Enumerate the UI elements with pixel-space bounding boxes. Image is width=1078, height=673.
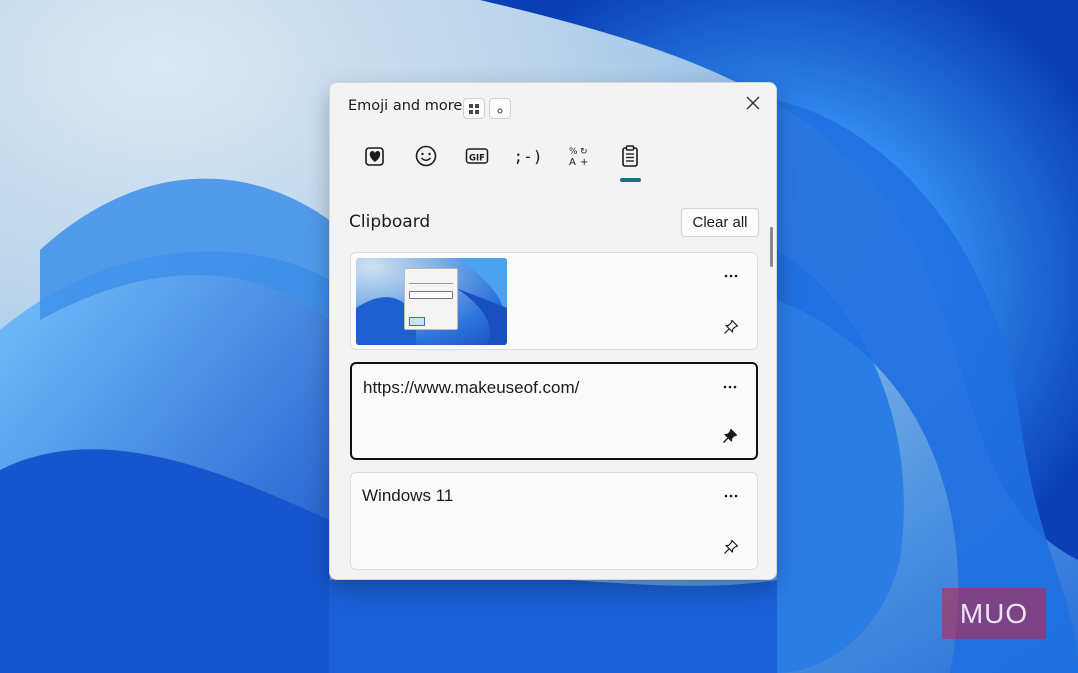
small-circle-icon xyxy=(497,108,503,113)
watermark-text: MUO xyxy=(959,597,1029,629)
pinned-icon xyxy=(723,428,738,443)
heart-note-icon xyxy=(365,147,384,166)
tab-favorites[interactable] xyxy=(354,135,396,177)
muo-watermark-logo: MUO xyxy=(942,588,1046,639)
tab-gif[interactable]: GIF xyxy=(456,135,498,177)
scrollbar-thumb[interactable] xyxy=(770,227,773,267)
pin-button[interactable] xyxy=(721,317,741,337)
more-options-button[interactable] xyxy=(720,378,740,396)
svg-text:%: % xyxy=(569,147,578,157)
pin-button[interactable] xyxy=(721,537,741,557)
category-tabs: GIF ;-) % ↻ A + xyxy=(348,135,768,181)
thumbnail-window xyxy=(404,268,458,330)
pin-icon xyxy=(724,539,739,554)
more-options-button[interactable] xyxy=(721,487,741,505)
grid-view-button[interactable] xyxy=(463,98,485,119)
pin-icon xyxy=(724,319,739,334)
grid-icon xyxy=(469,103,479,114)
gif-icon: GIF xyxy=(465,148,489,164)
close-button[interactable] xyxy=(742,92,764,114)
clipboard-item-text: Windows 11 xyxy=(362,486,454,505)
ellipsis-icon xyxy=(724,274,738,278)
tab-symbols[interactable]: % ↻ A + xyxy=(558,135,600,177)
clipboard-icon xyxy=(622,145,638,167)
ellipsis-icon xyxy=(723,385,737,389)
symbols-icon: % ↻ A + xyxy=(569,147,588,167)
gif-label: GIF xyxy=(469,154,485,164)
emoji-picker-window: Emoji and more GIF ;-) % ↻ A + Clipboard… xyxy=(329,82,777,580)
svg-text:+: + xyxy=(580,157,588,167)
smiley-icon xyxy=(415,145,437,167)
clipboard-item-url[interactable]: https://www.makeuseof.com/ xyxy=(350,362,758,460)
kaomoji-icon: ;-) xyxy=(513,146,543,166)
section-title: Clipboard xyxy=(349,212,431,232)
clipboard-item-text: https://www.makeuseof.com/ xyxy=(363,378,580,397)
tab-emoji[interactable] xyxy=(405,135,447,177)
window-title: Emoji and more xyxy=(348,98,463,114)
selected-tab-indicator xyxy=(620,178,641,182)
ellipsis-icon xyxy=(724,494,738,498)
more-options-button[interactable] xyxy=(721,267,741,285)
tab-clipboard[interactable] xyxy=(609,135,651,177)
svg-text:A: A xyxy=(569,157,576,167)
tab-kaomoji[interactable]: ;-) xyxy=(507,135,549,177)
clipboard-image-thumbnail xyxy=(356,258,507,345)
clear-all-button[interactable]: Clear all xyxy=(681,208,759,237)
input-mode-button[interactable] xyxy=(489,98,511,119)
titlebar: Emoji and more xyxy=(330,83,776,131)
svg-text:↻: ↻ xyxy=(580,147,588,157)
unpin-button[interactable] xyxy=(720,426,740,446)
close-icon xyxy=(746,96,760,110)
clipboard-item-text-entry[interactable]: Windows 11 xyxy=(350,472,758,570)
clipboard-item-image[interactable] xyxy=(350,252,758,350)
